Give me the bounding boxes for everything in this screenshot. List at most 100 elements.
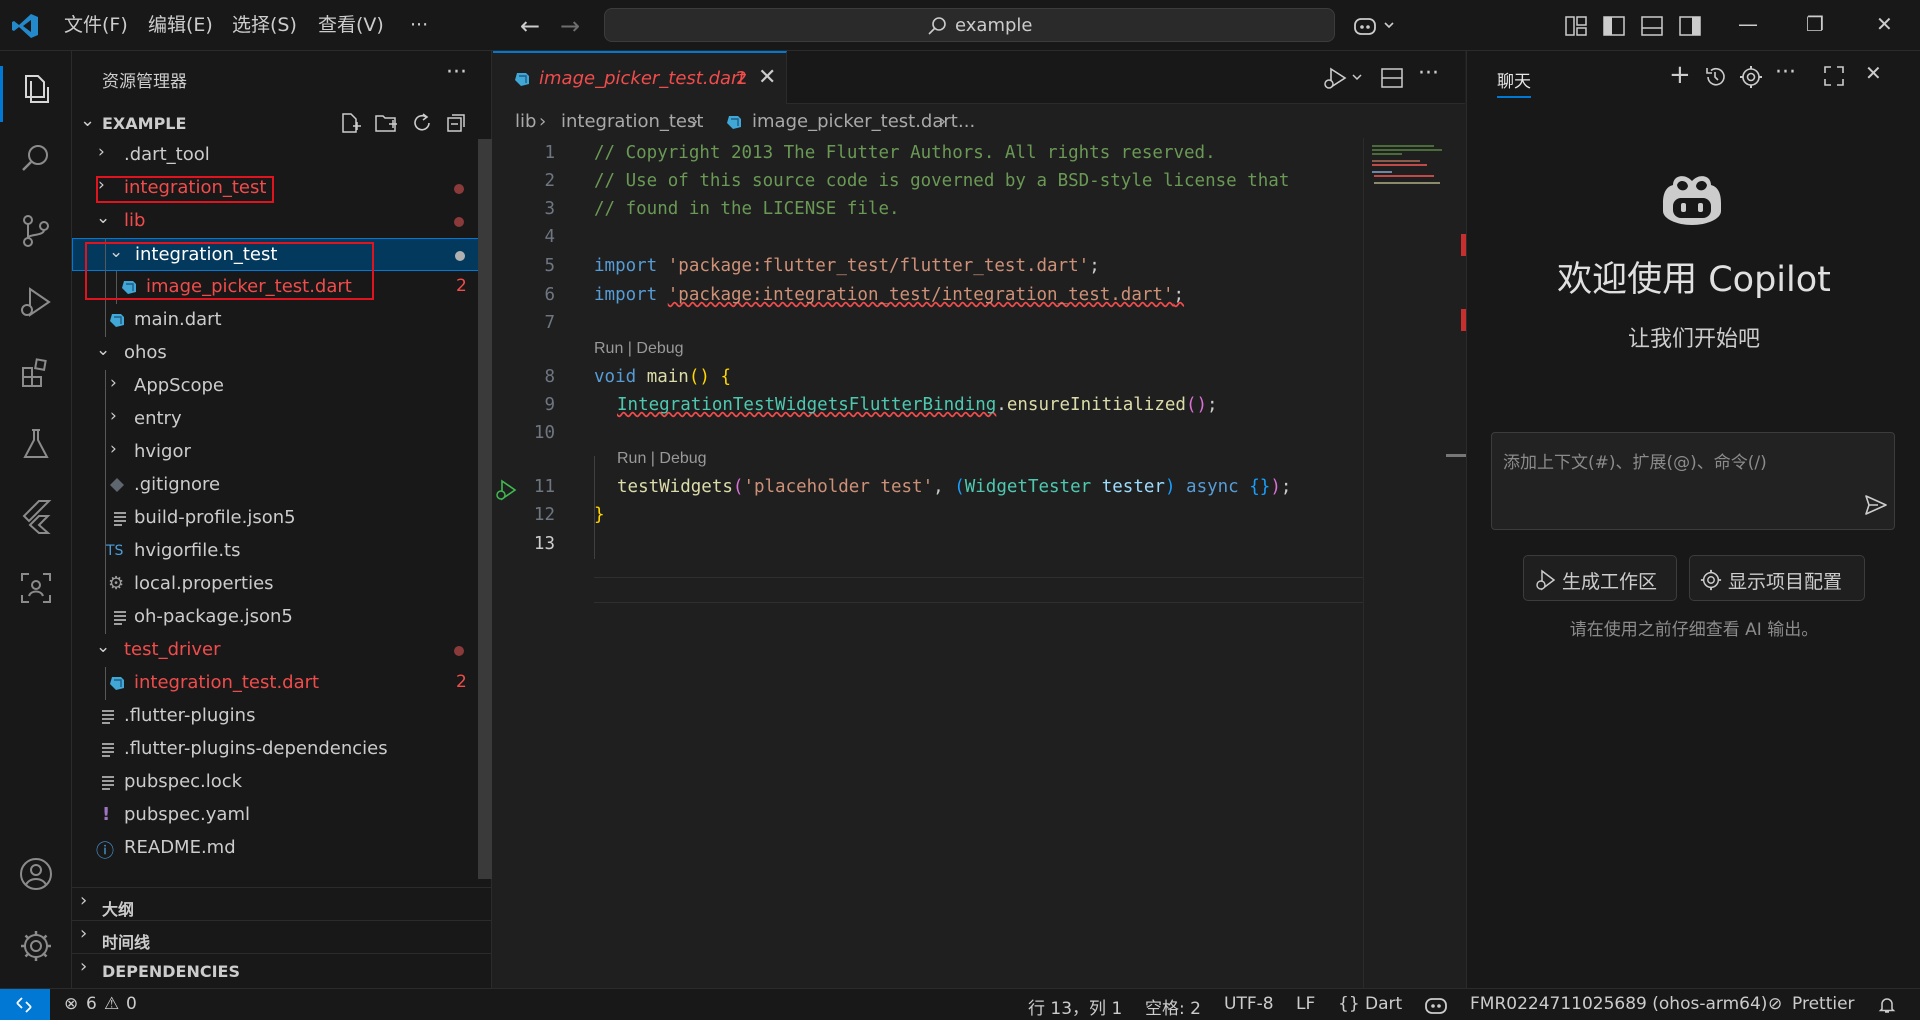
flutter-icon[interactable] <box>17 497 55 535</box>
encoding[interactable]: UTF-8 <box>1224 994 1274 1014</box>
tree-item-local-properties[interactable]: ⚙ local.properties <box>72 568 492 601</box>
tree-item-pubspec-yaml[interactable]: ! pubspec.yaml <box>72 799 492 832</box>
tree-item-appscope[interactable]: › AppScope <box>72 370 492 403</box>
tree-item-main-dart[interactable]: main.dart <box>72 304 492 337</box>
toggle-primary-sidebar-icon[interactable] <box>1601 13 1627 39</box>
breadcrumb-item[interactable]: ... <box>958 111 975 132</box>
tree-item-image-picker-test[interactable]: image_picker_test.dart 2 <box>72 271 492 304</box>
run-debug-icon[interactable] <box>17 283 55 321</box>
toggle-panel-icon[interactable] <box>1639 13 1665 39</box>
more-actions-icon[interactable]: ··· <box>446 60 467 85</box>
outline-section-header[interactable]: › 大纲 <box>72 887 492 920</box>
menu-selection[interactable]: 选择(S) <box>232 0 297 51</box>
prettier-status[interactable]: Prettier <box>1792 994 1855 1014</box>
tree-item-flutter-plugins-deps[interactable]: .flutter-plugins-dependencies <box>72 733 492 766</box>
tree-item-pubspec-lock[interactable]: pubspec.lock <box>72 766 492 799</box>
workspace-section-header[interactable]: ⌄ EXAMPLE <box>72 106 492 139</box>
codelens-run-debug[interactable]: Run | Debug <box>617 450 707 468</box>
breadcrumb-item[interactable]: integration_test <box>561 111 703 132</box>
testing-icon[interactable] <box>17 425 55 463</box>
minimap[interactable] <box>1363 138 1465 988</box>
timeline-section-header[interactable]: › 时间线 <box>72 920 492 953</box>
target-device[interactable]: FMR0224711025689 (ohos-arm64) <box>1470 994 1767 1014</box>
tab-image-picker-test[interactable]: image_picker_test.dart 2 ✕ <box>493 51 787 104</box>
tab-chat[interactable]: 聊天 <box>1497 67 1531 92</box>
run-test-icon[interactable] <box>493 478 519 502</box>
restore-icon[interactable]: ❐ <box>1806 12 1824 36</box>
source-control-icon[interactable] <box>17 212 55 250</box>
indentation[interactable]: 空格: 2 <box>1145 994 1201 1019</box>
generate-workspace-button[interactable]: 生成工作区 <box>1523 555 1677 601</box>
chat-input[interactable]: 添加上下文(#)、扩展(@)、命令(/) <box>1491 432 1895 530</box>
show-project-config-button[interactable]: 显示项目配置 <box>1689 555 1865 601</box>
error-count[interactable]: 6 <box>86 994 97 1014</box>
remote-explorer-icon[interactable] <box>17 569 55 607</box>
accounts-icon[interactable] <box>17 855 55 893</box>
language-mode[interactable]: {} Dart <box>1338 994 1402 1014</box>
warning-count[interactable]: 0 <box>126 994 137 1014</box>
tree-item-lib[interactable]: ⌄ lib <box>72 205 492 238</box>
sidebar-scrollbar[interactable] <box>478 139 492 879</box>
run-debug-dropdown-icon[interactable] <box>1321 65 1365 91</box>
close-icon[interactable]: ✕ <box>1865 61 1882 85</box>
editor-area: image_picker_test.dart 2 ✕ ··· lib › int… <box>493 51 1467 988</box>
menu-more[interactable]: ··· <box>410 0 428 51</box>
toggle-secondary-sidebar-icon[interactable] <box>1677 13 1703 39</box>
tree-item-build-profile[interactable]: build-profile.json5 <box>72 502 492 535</box>
menu-file[interactable]: 文件(F) <box>64 0 128 51</box>
notifications-bell-icon[interactable] <box>1878 996 1896 1014</box>
remote-indicator[interactable] <box>0 989 50 1020</box>
end-of-line[interactable]: LF <box>1296 994 1315 1014</box>
menu-view[interactable]: 查看(V) <box>318 0 384 51</box>
minimap-line <box>1372 153 1402 155</box>
tree-item-lib-integration-test[interactable]: ⌄ integration_test <box>72 238 492 271</box>
menu-edit[interactable]: 编辑(E) <box>148 0 213 51</box>
minimize-icon[interactable]: — <box>1738 12 1758 36</box>
error-icon[interactable]: ⊗ <box>64 994 78 1014</box>
maximize-icon[interactable] <box>1823 65 1845 87</box>
copilot-status-icon[interactable] <box>1424 995 1448 1015</box>
close-window-icon[interactable]: ✕ <box>1876 12 1893 36</box>
tree-item-oh-package[interactable]: oh-package.json5 <box>72 601 492 634</box>
tree-item-hvigor[interactable]: › hvigor <box>72 436 492 469</box>
refresh-icon[interactable] <box>410 111 434 135</box>
history-icon[interactable] <box>1703 65 1727 89</box>
send-icon[interactable] <box>1864 493 1888 517</box>
tree-item-dart-tool[interactable]: › .dart_tool <box>72 139 492 172</box>
tree-item-integration-test-root[interactable]: › integration_test <box>72 172 492 205</box>
new-folder-icon[interactable] <box>374 111 398 135</box>
tree-item-gitignore[interactable]: .gitignore <box>72 469 492 502</box>
tree-item-test-driver[interactable]: ⌄ test_driver <box>72 634 492 667</box>
indent-guide <box>105 370 106 634</box>
split-editor-icon[interactable] <box>1379 65 1405 91</box>
breadcrumb-item[interactable]: lib <box>515 111 536 132</box>
manage-gear-icon[interactable] <box>17 927 55 965</box>
close-icon[interactable]: ✕ <box>758 65 776 90</box>
search-icon[interactable] <box>17 140 55 178</box>
code-editor[interactable]: 1 2 3 4 5 6 7 8 9 10 11 12 13 // Copyrig… <box>493 138 1364 988</box>
tree-item-hvigorfile[interactable]: TS hvigorfile.ts <box>72 535 492 568</box>
codelens-run-debug[interactable]: Run | Debug <box>594 340 684 358</box>
settings-gear-icon[interactable] <box>1739 65 1763 89</box>
customize-layout-icon[interactable] <box>1563 13 1589 39</box>
tree-item-entry[interactable]: › entry <box>72 403 492 436</box>
copilot-menu-icon[interactable] <box>1352 13 1396 39</box>
tree-item-integration-test-dart[interactable]: integration_test.dart 2 <box>72 667 492 700</box>
new-file-icon[interactable] <box>338 111 362 135</box>
new-chat-icon[interactable]: + <box>1669 60 1691 90</box>
tree-item-ohos[interactable]: ⌄ ohos <box>72 337 492 370</box>
collapse-all-icon[interactable] <box>444 111 468 135</box>
back-arrow-icon[interactable]: ← <box>520 12 540 40</box>
cursor-position[interactable]: 行 13，列 1 <box>1028 994 1122 1019</box>
dependencies-section-header[interactable]: › DEPENDENCIES <box>72 953 492 986</box>
more-actions-icon[interactable]: ··· <box>1418 61 1439 86</box>
extensions-icon[interactable] <box>17 354 55 392</box>
forward-arrow-icon[interactable]: → <box>560 12 580 40</box>
tree-item-readme[interactable]: ⓘ README.md <box>72 832 492 865</box>
more-actions-icon[interactable]: ··· <box>1775 60 1796 85</box>
explorer-icon[interactable] <box>17 70 55 108</box>
warning-icon[interactable]: ⚠ <box>104 994 119 1014</box>
breadcrumb-item[interactable]: image_picker_test.dart <box>752 111 958 132</box>
command-center-search[interactable]: example <box>604 8 1335 42</box>
tree-item-flutter-plugins[interactable]: .flutter-plugins <box>72 700 492 733</box>
